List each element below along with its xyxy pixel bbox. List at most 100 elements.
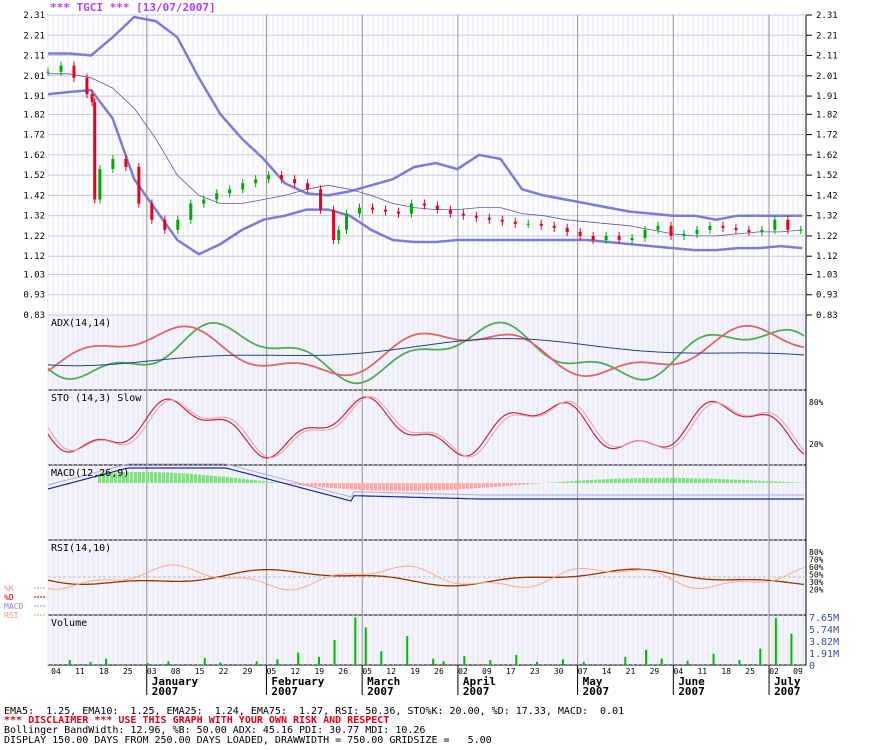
- price-tick-right: 1.91: [816, 92, 838, 102]
- macd-hist-bar: [474, 483, 477, 489]
- indicator-label: ADX(14,14): [51, 318, 111, 329]
- volume-bar: [660, 658, 663, 665]
- macd-hist-bar: [770, 481, 773, 483]
- chart-title: *** TGCI *** [13/07/2007]: [50, 1, 216, 14]
- month-year-label: 2007: [152, 685, 179, 698]
- candle-body: [513, 221, 517, 224]
- macd-hist-bar: [466, 483, 469, 489]
- macd-hist-bar: [398, 483, 401, 492]
- day-tick-label: 26: [338, 667, 348, 676]
- macd-hist-bar: [178, 473, 181, 483]
- macd-hist-bar: [534, 483, 537, 484]
- macd-hist-bar: [698, 478, 701, 483]
- macd-hist-bar: [650, 477, 653, 483]
- candle-body: [319, 189, 323, 210]
- month-year-label: 2007: [271, 685, 298, 698]
- candle-body: [383, 209, 387, 212]
- candle-body: [656, 225, 660, 230]
- macd-hist-bar: [690, 478, 693, 483]
- price-tick-left: 0.93: [23, 291, 45, 301]
- candle-body: [228, 189, 232, 194]
- candle-body: [422, 203, 426, 206]
- macd-hist-bar: [758, 480, 761, 483]
- volume-bar: [712, 653, 715, 665]
- macd-hist-bar: [658, 477, 661, 483]
- macd-hist-bar: [766, 481, 769, 483]
- volume-bar: [624, 656, 627, 665]
- macd-hist-bar: [206, 475, 209, 483]
- macd-hist-bar: [274, 482, 277, 483]
- price-tick-right: 2.31: [816, 11, 838, 21]
- macd-hist-bar: [562, 481, 565, 483]
- macd-hist-bar: [522, 483, 525, 485]
- macd-hist-bar: [334, 483, 337, 489]
- macd-hist-bar: [450, 483, 453, 490]
- price-tick-right: 1.03: [816, 270, 838, 280]
- macd-hist-bar: [322, 483, 325, 488]
- macd-hist-bar: [262, 481, 265, 483]
- macd-hist-bar: [738, 479, 741, 483]
- macd-hist-bar: [330, 483, 333, 489]
- candle-body: [747, 229, 751, 232]
- macd-hist-bar: [390, 483, 393, 491]
- candle-body: [72, 65, 76, 78]
- candle-body: [306, 183, 310, 190]
- macd-hist-bar: [358, 483, 361, 490]
- candle-body: [669, 225, 673, 236]
- macd-hist-bar: [730, 479, 733, 483]
- candle-body: [59, 65, 63, 72]
- volume-bar: [255, 661, 258, 665]
- macd-hist-bar: [422, 483, 425, 491]
- candle-body: [487, 217, 491, 220]
- candle-body: [93, 102, 97, 200]
- candle-body: [111, 158, 115, 170]
- macd-hist-bar: [142, 472, 145, 483]
- candle-body: [565, 227, 569, 232]
- macd-hist-bar: [162, 472, 165, 483]
- macd-hist-bar: [366, 483, 369, 491]
- macd-hist-bar: [554, 482, 557, 483]
- volume-tick: 7.65M: [809, 613, 839, 624]
- macd-hist-bar: [294, 483, 297, 485]
- candle-body: [786, 219, 790, 230]
- volume-tick: 0: [809, 661, 815, 672]
- macd-hist-bar: [630, 478, 633, 483]
- candle-body: [500, 219, 504, 222]
- candle-body: [370, 207, 374, 210]
- candle-body: [448, 209, 452, 214]
- macd-hist-bar: [662, 477, 665, 483]
- macd-hist-bar: [586, 480, 589, 483]
- day-tick-label: 29: [650, 667, 660, 676]
- indicator-level: 20%: [809, 586, 824, 595]
- legend-label: MACD: [4, 602, 23, 611]
- macd-hist-bar: [602, 479, 605, 483]
- price-tick-left: 2.21: [23, 31, 45, 41]
- macd-hist-bar: [678, 477, 681, 483]
- macd-hist-bar: [642, 478, 645, 483]
- candle-body: [578, 231, 582, 236]
- indicator-frame-2: [47, 464, 807, 541]
- candle-body: [46, 71, 50, 73]
- macd-hist-bar: [410, 483, 413, 491]
- macd-hist-bar: [774, 481, 777, 483]
- macd-hist-bar: [510, 483, 513, 486]
- candle-body: [643, 229, 647, 238]
- macd-hist-bar: [614, 478, 617, 483]
- price-tick-left: 2.31: [23, 11, 45, 21]
- macd-hist-bar: [234, 477, 237, 483]
- macd-hist-bar: [254, 480, 257, 483]
- macd-hist-bar: [354, 483, 357, 490]
- day-tick-label: 29: [243, 667, 253, 676]
- macd-hist-bar: [210, 475, 213, 483]
- macd-hist-bar: [674, 477, 677, 483]
- volume-tick: 5.74M: [809, 625, 839, 636]
- day-tick-label: 04: [51, 667, 61, 676]
- macd-hist-bar: [222, 476, 225, 483]
- macd-hist-bar: [158, 472, 161, 483]
- candle-body: [435, 205, 439, 210]
- price-tick-left: 2.01: [23, 72, 45, 82]
- macd-hist-bar: [314, 483, 317, 487]
- macd-hist-bar: [362, 483, 365, 491]
- price-tick-left: 2.11: [23, 52, 45, 62]
- macd-hist-bar: [326, 483, 329, 488]
